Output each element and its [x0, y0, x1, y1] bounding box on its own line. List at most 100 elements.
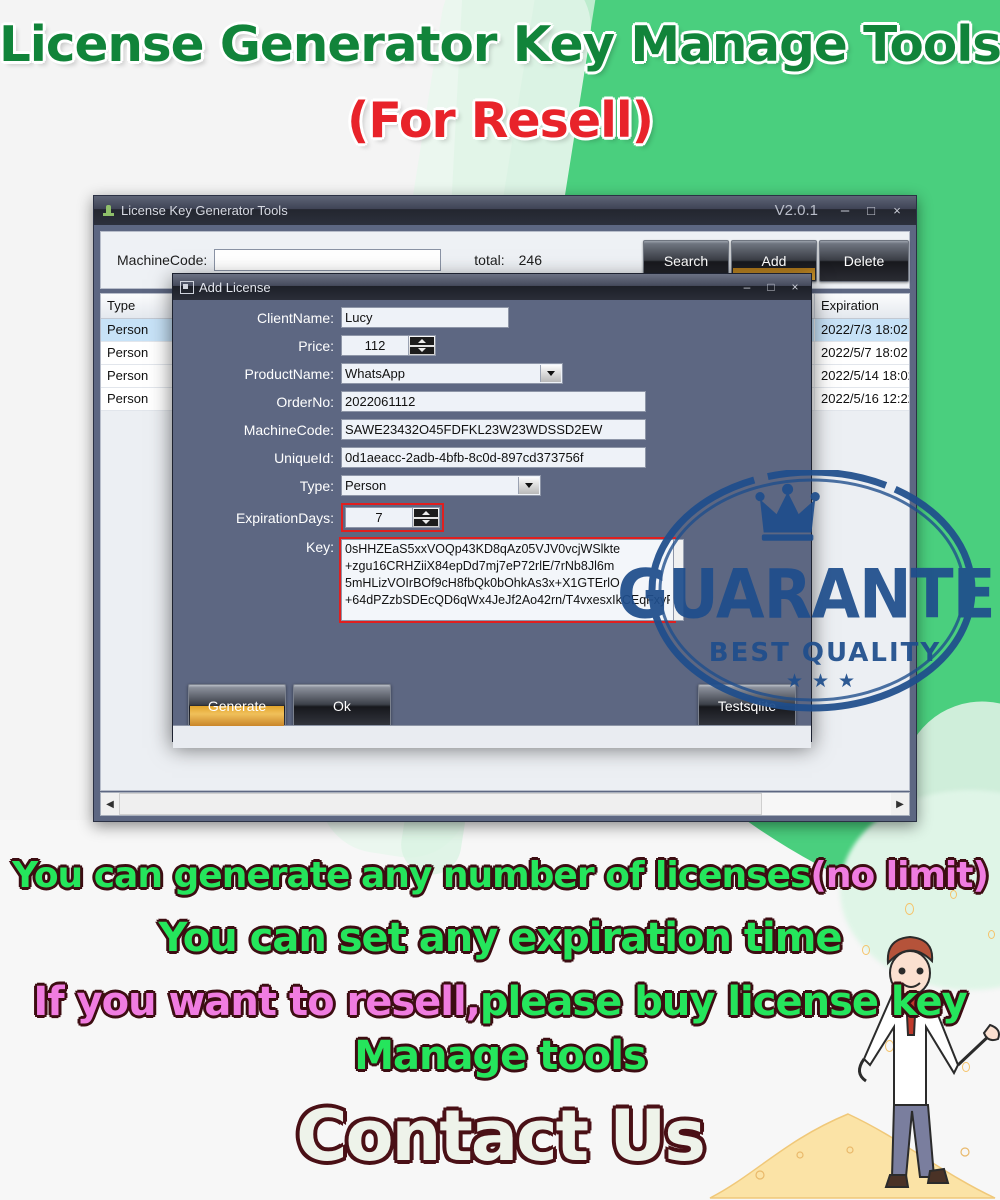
field-row-type: Type: Person	[173, 475, 811, 496]
chevron-down-icon[interactable]	[540, 365, 561, 382]
dialog-title-text: Add License	[199, 279, 271, 295]
poster-title-line2: (For Resell)	[346, 92, 654, 149]
promo-line-3-green: please buy license key	[479, 979, 968, 1025]
app-title-text: License Key Generator Tools	[121, 203, 288, 218]
poster-title-line1: License Generator Key Manage Tools	[0, 16, 1000, 73]
price-value: 112	[364, 338, 386, 353]
promo-line-1-green: You can generate any number of licenses	[12, 855, 811, 896]
key-line: +64dPZzbSDEcQD6qWx4JeJf2Ao42rn/T4vxesxIk…	[345, 593, 670, 607]
table-header-type[interactable]: Type	[101, 294, 175, 318]
cell-type: Person	[101, 365, 175, 387]
app-maximize-button[interactable]: □	[858, 203, 884, 218]
generate-button-label: Generate	[207, 698, 267, 714]
clientname-input[interactable]: Lucy	[341, 307, 509, 328]
expirationdays-label: ExpirationDays:	[235, 509, 334, 526]
field-row-price: Price: 112	[173, 335, 811, 356]
app-version-label: V2.0.1	[774, 202, 818, 219]
dialog-maximize-button[interactable]: □	[759, 280, 783, 294]
productname-label: ProductName:	[244, 365, 334, 382]
field-row-orderno: OrderNo: 2022061112	[173, 391, 811, 412]
field-row-machinecode: MachineCode: SAWE23432O45FDFKL23W23WDSSD…	[173, 419, 811, 440]
contact-us-heading: Contact Us	[0, 1095, 1000, 1177]
key-line: 0sHHZEaS5xxVOQp43KD8qAz05VJV0vcjWSlkte	[345, 542, 621, 556]
add-license-dialog: Add License – □ × ClientName: Lucy Price…	[172, 273, 812, 748]
table-header-expiration[interactable]: Expiration	[815, 294, 909, 318]
price-increment-icon[interactable]	[410, 337, 434, 345]
delete-button-label: Delete	[843, 253, 885, 269]
field-row-expirationdays: ExpirationDays: 7	[173, 503, 811, 532]
total-label: total:	[474, 252, 505, 268]
dialog-status-bar	[173, 725, 811, 748]
uniqueid-label: UniqueId:	[274, 449, 334, 466]
cell-type: Person	[101, 319, 175, 341]
key-textarea[interactable]: 0sHHZEaS5xxVOQp43KD8qAz05VJV0vcjWSlkte +z…	[339, 537, 676, 623]
delete-button[interactable]: Delete	[819, 240, 909, 282]
promo-line-4-green: Manage tools	[354, 1033, 647, 1079]
type-chevron-down-icon[interactable]	[518, 477, 539, 494]
price-stepper-buttons[interactable]	[408, 336, 435, 355]
machinecode-input[interactable]	[214, 249, 442, 271]
scrollbar-thumb[interactable]	[119, 793, 762, 815]
productname-select[interactable]: WhatsApp	[341, 363, 563, 384]
dialog-button-bar: Generate Ok Testsqlite	[173, 684, 811, 728]
price-label: Price:	[298, 337, 334, 354]
promo-line-2: You can set any expiration time	[0, 918, 1000, 958]
scrollbar-track[interactable]	[119, 793, 891, 815]
price-stepper[interactable]: 112	[341, 335, 436, 356]
promo-line-1: You can generate any number of licenses(…	[0, 858, 1000, 894]
cell-expiration: 2022/5/7 18:02	[821, 345, 908, 360]
promo-line-3-pink: If you want to resell,	[33, 979, 481, 1025]
scroll-right-arrow-icon[interactable]: ▶	[891, 793, 909, 815]
expirationdays-highlight: 7	[341, 503, 444, 532]
search-button-label: Search	[663, 253, 709, 269]
expirationdays-stepper[interactable]: 7	[345, 507, 440, 528]
productname-value: WhatsApp	[345, 366, 405, 381]
scroll-left-arrow-icon[interactable]: ◀	[101, 793, 119, 815]
cell-expiration: 2022/7/3 18:02	[821, 322, 908, 337]
testsqlite-button[interactable]: Testsqlite	[698, 684, 796, 728]
orderno-label: OrderNo:	[276, 393, 334, 410]
promo-line-1-pink: (no limit)	[810, 855, 989, 896]
app-logo-icon	[103, 204, 116, 217]
machinecode-label: MachineCode:	[117, 252, 208, 268]
expirationdays-stepper-buttons[interactable]	[412, 508, 439, 527]
key-textarea-scrollbar[interactable]	[674, 539, 684, 621]
expirationdays-increment-icon[interactable]	[414, 509, 438, 517]
key-line: +zgu16CRHZiiX84epDd7mj7eP72rlE/7rNb8Jl6m	[345, 559, 615, 573]
clientname-label: ClientName:	[256, 309, 334, 326]
cell-expiration: 2022/5/16 12:22	[821, 391, 910, 406]
expirationdays-decrement-icon[interactable]	[414, 518, 438, 526]
field-row-productname: ProductName: WhatsApp	[173, 363, 811, 384]
cell-expiration: 2022/5/14 18:02	[821, 368, 910, 383]
cell-type: Person	[101, 342, 175, 364]
field-row-key: Key: 0sHHZEaS5xxVOQp43KD8qAz05VJV0vcjWSl…	[173, 537, 811, 623]
dialog-window-icon	[180, 280, 194, 294]
dialog-machinecode-input[interactable]: SAWE23432O45FDFKL23W23WDSSD2EW	[341, 419, 646, 440]
contact-us-text: Contact Us	[296, 1095, 706, 1177]
orderno-input[interactable]: 2022061112	[341, 391, 646, 412]
dialog-machinecode-label: MachineCode:	[243, 421, 334, 438]
dialog-close-button[interactable]: ×	[783, 280, 807, 294]
add-button-label: Add	[761, 253, 787, 269]
app-minimize-button[interactable]: –	[832, 202, 858, 219]
ok-button-label: Ok	[333, 698, 351, 714]
type-select[interactable]: Person	[341, 475, 541, 496]
app-close-button[interactable]: ×	[884, 203, 910, 218]
dialog-minimize-button[interactable]: –	[735, 280, 759, 294]
generate-button[interactable]: Generate	[188, 684, 286, 728]
promo-line-2-green: You can set any expiration time	[158, 915, 842, 961]
horizontal-scrollbar[interactable]: ◀ ▶	[100, 792, 910, 816]
promo-line-3: If you want to resell,please buy license…	[0, 982, 1000, 1022]
uniqueid-input[interactable]: 0d1aeacc-2adb-4bfb-8c0d-897cd373756f	[341, 447, 646, 468]
price-decrement-icon[interactable]	[410, 346, 434, 354]
dialog-title-bar: Add License – □ ×	[173, 274, 811, 300]
expirationdays-value: 7	[375, 510, 383, 525]
field-row-uniqueid: UniqueId: 0d1aeacc-2adb-4bfb-8c0d-897cd3…	[173, 447, 811, 468]
total-value: 246	[518, 252, 542, 268]
type-label: Type:	[299, 477, 334, 494]
confetti-dot	[905, 903, 914, 915]
dialog-body: ClientName: Lucy Price: 112 ProductName:…	[173, 307, 811, 748]
key-label: Key:	[305, 539, 334, 555]
ok-button[interactable]: Ok	[293, 684, 391, 728]
field-row-clientname: ClientName: Lucy	[173, 307, 811, 328]
